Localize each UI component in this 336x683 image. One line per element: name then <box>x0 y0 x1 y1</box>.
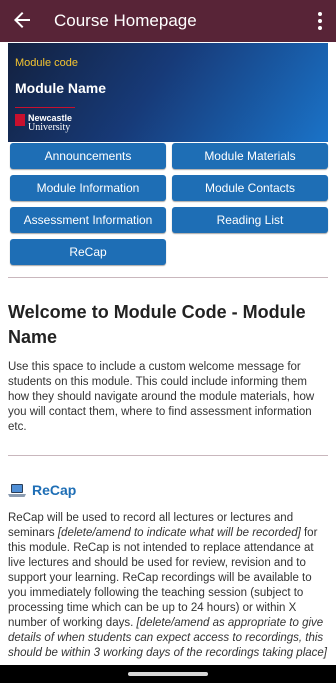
module-information-button[interactable]: Module Information <box>10 175 166 201</box>
recap-title: ReCap <box>32 482 77 498</box>
main-content[interactable]: Module code Module Name Newcastle Univer… <box>0 42 336 665</box>
arrow-left-icon[interactable] <box>10 8 34 32</box>
home-gesture-handle[interactable] <box>128 672 208 676</box>
app-bar: Course Homepage <box>0 0 336 42</box>
reading-list-button[interactable]: Reading List <box>172 207 328 233</box>
section-divider <box>8 277 328 278</box>
recap-text-3: for this module. ReCap is not intended t… <box>8 527 318 629</box>
welcome-text: Use this space to include a custom welco… <box>8 361 315 433</box>
shield-icon <box>15 114 25 126</box>
banner-divider <box>15 107 75 108</box>
module-materials-button[interactable]: Module Materials <box>172 143 328 169</box>
logo-line-2: University <box>28 122 71 133</box>
page-title: Course Homepage <box>54 11 197 30</box>
system-navigation-bar <box>0 665 336 683</box>
welcome-heading: Welcome to Module Code - Module Name <box>8 302 306 347</box>
more-vertical-icon[interactable] <box>314 9 326 33</box>
module-contacts-button[interactable]: Module Contacts <box>172 175 328 201</box>
section-divider <box>8 455 328 456</box>
recap-button[interactable]: ReCap <box>10 239 166 265</box>
assessment-information-button[interactable]: Assessment Information <box>10 207 166 233</box>
recap-description: ReCap will be used to record all lecture… <box>8 511 332 661</box>
recap-text-2: [delete/amend to indicate what will be r… <box>57 527 301 539</box>
laptop-icon <box>8 483 26 497</box>
module-name: Module Name <box>15 80 107 96</box>
announcements-button[interactable]: Announcements <box>10 143 166 169</box>
module-code: Module code <box>15 57 78 69</box>
module-banner: Module code Module Name Newcastle Univer… <box>8 43 328 142</box>
recap-heading: ReCap <box>8 480 76 500</box>
